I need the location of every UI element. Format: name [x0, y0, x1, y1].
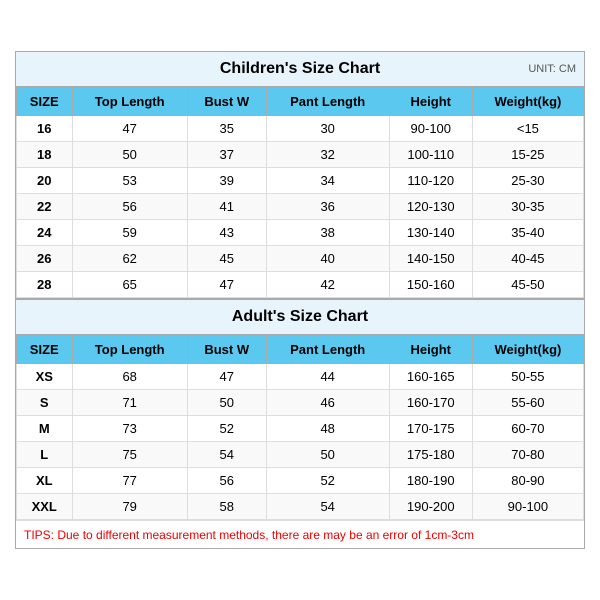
- unit-label: UNIT: CM: [528, 63, 576, 75]
- children-title-row: Children's Size Chart UNIT: CM: [16, 52, 584, 87]
- table-row: 26624540140-15040-45: [17, 246, 584, 272]
- children-col-toplength: Top Length: [72, 88, 187, 116]
- adult-col-bustw: Bust W: [187, 336, 266, 364]
- table-row: XL775652180-19080-90: [17, 468, 584, 494]
- table-row: 28654742150-16045-50: [17, 272, 584, 298]
- children-header-row: SIZE Top Length Bust W Pant Length Heigh…: [17, 88, 584, 116]
- adult-col-size: SIZE: [17, 336, 73, 364]
- adult-col-height: Height: [389, 336, 472, 364]
- adult-chart-title: Adult's Size Chart: [232, 308, 368, 325]
- tips-row: TIPS: Due to different measurement metho…: [16, 520, 584, 548]
- children-table: SIZE Top Length Bust W Pant Length Heigh…: [16, 87, 584, 298]
- adult-header-row: SIZE Top Length Bust W Pant Length Heigh…: [17, 336, 584, 364]
- children-col-bustw: Bust W: [187, 88, 266, 116]
- table-row: 22564136120-13030-35: [17, 194, 584, 220]
- adult-col-toplength: Top Length: [72, 336, 187, 364]
- table-row: L755450175-18070-80: [17, 442, 584, 468]
- table-row: S715046160-17055-60: [17, 390, 584, 416]
- chart-container: Children's Size Chart UNIT: CM SIZE Top …: [15, 51, 585, 549]
- children-col-height: Height: [389, 88, 472, 116]
- table-row: 18503732100-11015-25: [17, 142, 584, 168]
- adult-col-weight: Weight(kg): [472, 336, 583, 364]
- adult-col-pantlength: Pant Length: [266, 336, 389, 364]
- table-row: XS684744160-16550-55: [17, 364, 584, 390]
- table-row: XXL795854190-20090-100: [17, 494, 584, 520]
- tips-text: TIPS: Due to different measurement metho…: [24, 528, 474, 542]
- children-col-weight: Weight(kg): [472, 88, 583, 116]
- table-row: 24594338130-14035-40: [17, 220, 584, 246]
- children-chart-title: Children's Size Chart: [220, 60, 380, 77]
- children-col-pantlength: Pant Length: [266, 88, 389, 116]
- table-row: M735248170-17560-70: [17, 416, 584, 442]
- table-row: 1647353090-100<15: [17, 116, 584, 142]
- adult-title-row: Adult's Size Chart: [16, 298, 584, 335]
- table-row: 20533934110-12025-30: [17, 168, 584, 194]
- children-col-size: SIZE: [17, 88, 73, 116]
- adult-table: SIZE Top Length Bust W Pant Length Heigh…: [16, 335, 584, 520]
